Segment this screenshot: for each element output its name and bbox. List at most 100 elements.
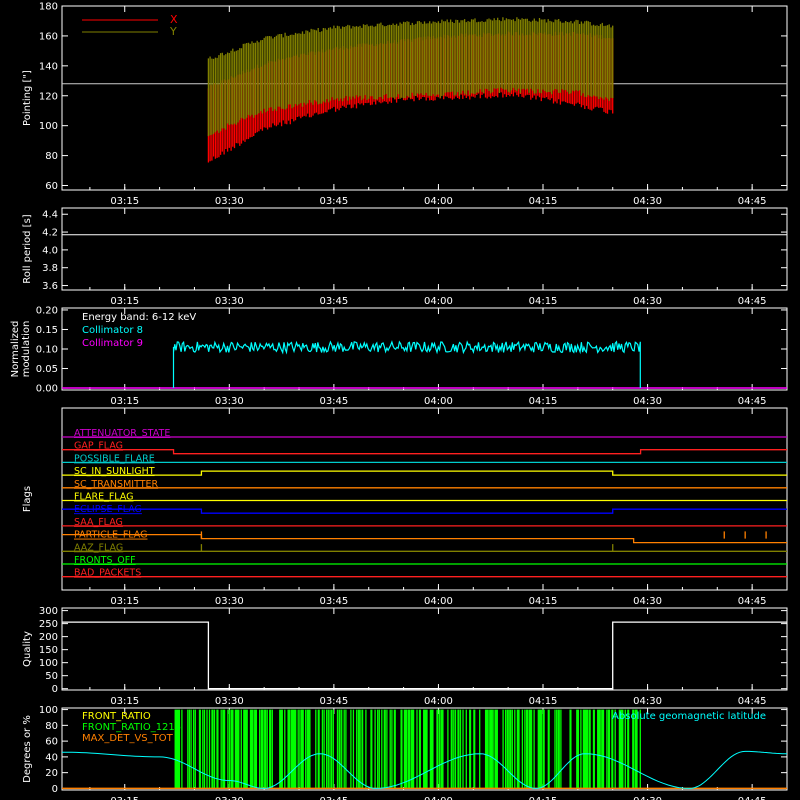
x-tick-label: 03:45 [319,596,348,607]
y-tick-label: 3.8 [42,263,58,274]
flag-line [62,449,787,455]
flag-fronts-off: FRONTS_OFF [62,555,787,566]
y-tick-label: 80 [45,721,58,732]
x-tick-label: 04:15 [529,596,558,607]
y-tick-label: 100 [39,705,58,716]
y-tick-label: 3.6 [42,281,58,292]
x-tick-label: 04:30 [633,696,662,707]
y-tick-label: 100 [39,121,58,132]
plot-frame [61,407,788,591]
panel-5: 03:15 03:30 03:45 04:00 04:15 04:30 04:45 0 50 10… [22,606,788,707]
x-tick-label: 04:45 [738,296,767,307]
x-tick-label: 04:30 [633,396,662,407]
x-tick-label: 04:30 [633,796,662,800]
y-tick-label: 80 [45,151,58,162]
x-tick-label: 04:30 [633,296,662,307]
flag-bad-packets: BAD_PACKETS [62,568,787,579]
x-tick-label: 03:15 [110,296,139,307]
panel-1: 03:15 03:30 03:45 04:00 04:15 04:30 04:45 60 80 1… [22,2,788,207]
y-axis-label: Flags [22,486,33,512]
panel-3: 03:15 03:30 03:45 04:00 04:15 04:30 04:45 0.00 0… [10,305,788,407]
y-tick-label: 0 [52,684,58,695]
x-tick-label: 03:45 [319,696,348,707]
y-tick-label: 300 [39,606,58,617]
flag-eclipse-flag: ECLIPSE_FLAG [62,504,787,515]
flag-gap-flag: GAP_FLAG [62,441,787,455]
flag-particle-flag: PARTICLE_FLAG [62,530,787,544]
x-tick-label: 04:45 [738,396,767,407]
y-tick-label: 40 [45,752,58,763]
x-tick-label: 03:30 [215,196,244,207]
legend-label-front_ratio_1215: FRONT_RATIO_1215 [82,722,181,733]
flag-flare-flag: FLARE_FLAG [62,492,787,503]
x-tick-label: 03:45 [319,796,348,800]
x-tick-label: 03:15 [110,596,139,607]
legend-label-Y: Y [169,25,177,38]
y-tick-label: 4.2 [42,228,58,239]
front-ratio-bars [174,709,641,789]
energy-band-annotation: Energy band: 6-12 keV [82,312,196,323]
panel-4: 03:15 03:30 03:45 04:00 04:15 04:30 04:45 Flags… [22,407,788,607]
flag-line [62,533,787,544]
x-tick-label: 03:15 [110,696,139,707]
y-axis-label: Pointing ["] [22,70,33,126]
y-tick-label: 0.15 [36,325,58,336]
x-tick-label: 04:30 [633,196,662,207]
x-tick-label: 04:15 [529,396,558,407]
y-axis-label-line: modulation [21,321,32,378]
x-tick-label: 03:30 [215,296,244,307]
y-axis-label: Normalizedmodulation [10,321,32,378]
x-tick-label: 03:30 [215,696,244,707]
y-axis-label: Roll period [s] [22,214,33,283]
x-tick-label: 03:45 [319,196,348,207]
x-tick-label: 04:15 [529,296,558,307]
y-tick-label: 100 [39,658,58,669]
y-tick-label: 150 [39,645,58,656]
y-tick-label: 4.0 [42,245,58,256]
y-tick-label: 140 [39,61,58,72]
x-tick-label: 04:00 [424,696,453,707]
flag-attenuator-state: ATTENUATOR_STATE [62,428,787,439]
x-tick-label: 04:45 [738,196,767,207]
flag-sc-in-sunlight: SC_IN_SUNLIGHT [62,466,787,477]
x-tick-label: 04:15 [529,696,558,707]
x-tick-label: 04:15 [529,796,558,800]
y-tick-label: 4.4 [42,210,58,221]
x-tick-label: 04:00 [424,296,453,307]
y-tick-label: 200 [39,632,58,643]
y-tick-label: 0 [52,784,58,795]
legend-label-max_det_vs_tot: MAX_DET_VS_TOT [82,733,174,744]
y-tick-label: 120 [39,91,58,102]
y-tick-label: 160 [39,31,58,42]
y-tick-label: 50 [45,671,58,682]
y-axis-label-line: Normalized [10,321,21,378]
y-tick-label: 0.05 [36,364,58,375]
x-tick-label: 03:30 [215,396,244,407]
stix-quicklook-figure: 03:15 03:30 03:45 04:00 04:15 04:30 04:45 60 80 1… [10,2,788,800]
x-tick-label: 04:00 [424,196,453,207]
y-tick-label: 60 [45,737,58,748]
x-tick-label: 04:15 [529,196,558,207]
collimator-8-line [172,340,641,388]
y-tick-label: 0.20 [36,305,58,316]
flag-saa-flag: SAA_FLAG [62,517,787,528]
x-tick-label: 04:00 [424,396,453,407]
y-tick-label: 250 [39,619,58,630]
flag-line [62,508,787,514]
legend-label-collimator-9: Collimator 9 [82,338,143,349]
y-axis-label: Degrees or % [22,715,33,783]
quality-line [62,621,787,690]
flag-aaz-flag: AAZ_FLAG [62,542,787,553]
x-tick-label: 04:30 [633,596,662,607]
x-tick-label: 04:45 [738,796,767,800]
y-tick-label: 60 [45,181,58,192]
y-tick-label: 0.00 [36,384,58,395]
panel-6: 03:15 03:30 03:45 04:00 04:15 04:30 04:45 0 20 40… [22,705,788,800]
legend-label-collimator-8: Collimator 8 [82,325,143,336]
x-tick-label: 03:45 [319,396,348,407]
x-tick-label: 03:30 [215,596,244,607]
y-tick-label: 20 [45,768,58,779]
flag-sc-transmitter: SC_TRANSMITTER [62,479,787,490]
x-tick-label: 04:45 [738,596,767,607]
y-axis-label: Quality [22,631,33,667]
